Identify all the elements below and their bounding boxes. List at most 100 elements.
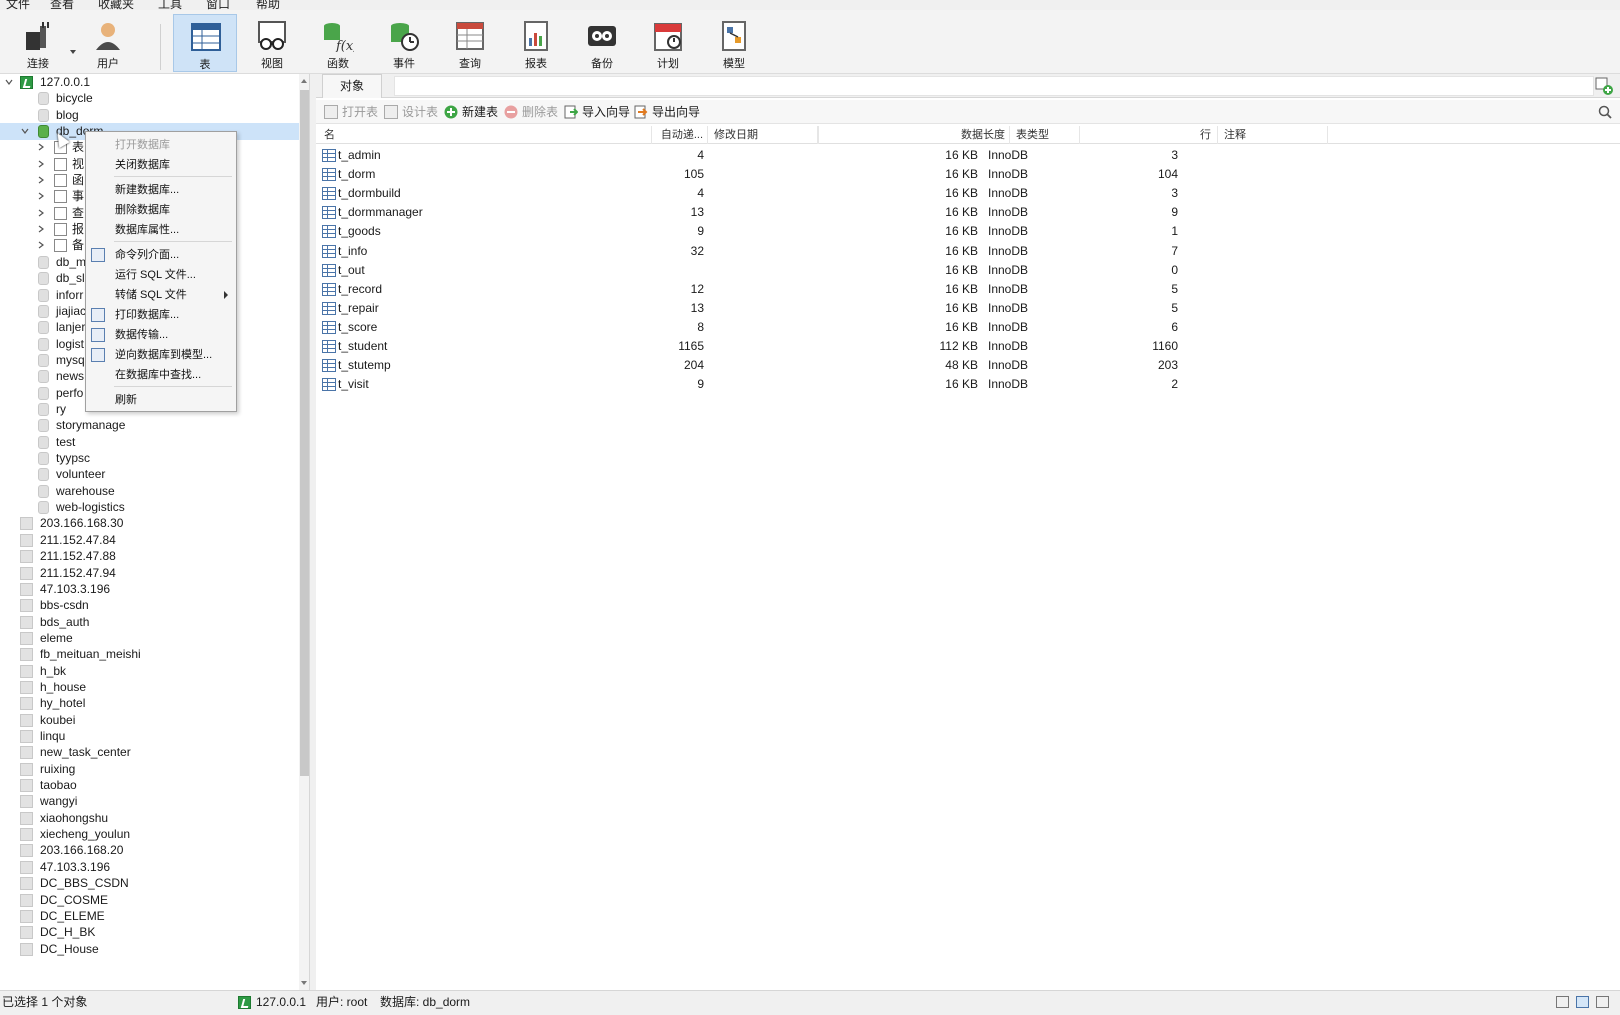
scroll-up-icon[interactable] xyxy=(301,79,307,83)
import-wizard-button[interactable]: 导入向导 xyxy=(562,103,630,121)
tree-database[interactable]: blog xyxy=(0,107,308,124)
query-button[interactable]: 查询 xyxy=(438,14,502,72)
table-row[interactable]: t_visit 9 16 KB InnoDB 2 xyxy=(316,375,1620,394)
context-menu-item[interactable]: 逆向数据库到模型... xyxy=(86,345,236,365)
tree-connection[interactable]: 203.166.168.20 xyxy=(0,842,308,859)
connect-button[interactable]: 连接 xyxy=(6,14,70,72)
table-row[interactable]: t_student 1165 112 KB InnoDB 1160 xyxy=(316,337,1620,356)
report-button[interactable]: 报表 xyxy=(504,14,568,72)
tree-connection[interactable]: 47.103.3.196 xyxy=(0,581,308,598)
tree-connection[interactable]: xiecheng_youlun xyxy=(0,826,308,843)
schedule-button[interactable]: 计划 xyxy=(636,14,700,72)
menu-tools[interactable]: 工具 xyxy=(158,0,182,10)
table-row[interactable]: t_dorm 105 16 KB InnoDB 104 xyxy=(316,165,1620,184)
tree-connection[interactable]: h_house xyxy=(0,679,308,696)
detail-view-icon[interactable] xyxy=(1596,996,1609,1008)
tree-connection[interactable]: koubei xyxy=(0,712,308,729)
tree-connection[interactable]: 47.103.3.196 xyxy=(0,859,308,876)
col-auto-inc[interactable]: 自动递... xyxy=(652,126,708,144)
col-modified[interactable]: 修改日期 xyxy=(708,126,818,144)
table-row[interactable]: t_info 32 16 KB InnoDB 7 xyxy=(316,242,1620,261)
tree-connection[interactable]: 211.152.47.88 xyxy=(0,548,308,565)
tree-connection[interactable]: wangyi xyxy=(0,793,308,810)
menu-help[interactable]: 帮助 xyxy=(256,0,280,10)
expand-arrow-icon[interactable] xyxy=(37,241,45,249)
context-menu-item[interactable]: 新建数据库... xyxy=(86,180,236,200)
table-row[interactable]: t_admin 4 16 KB InnoDB 3 xyxy=(316,146,1620,165)
expand-arrow-icon[interactable] xyxy=(37,209,45,217)
expand-arrow-icon[interactable] xyxy=(37,225,45,233)
open-table-button[interactable]: 打开表 xyxy=(322,103,378,121)
tree-connection[interactable]: eleme xyxy=(0,630,308,647)
tree-connection[interactable]: taobao xyxy=(0,777,308,794)
export-wizard-button[interactable]: 导出向导 xyxy=(632,103,700,121)
tree-connection[interactable]: xiaohongshu xyxy=(0,810,308,827)
tree-connection[interactable]: ruixing xyxy=(0,761,308,778)
table-row[interactable]: t_out 16 KB InnoDB 0 xyxy=(316,261,1620,280)
table-button[interactable]: 表 xyxy=(173,14,237,72)
col-data-length[interactable]: 数据长度 xyxy=(818,126,1010,144)
expand-arrow-icon[interactable] xyxy=(37,143,45,151)
tree-connection[interactable]: hy_hotel xyxy=(0,695,308,712)
context-menu-item[interactable]: 数据传输... xyxy=(86,325,236,345)
view-button[interactable]: 视图 xyxy=(240,14,304,72)
list-view-icon[interactable] xyxy=(1576,996,1589,1008)
tab-objects[interactable]: 对象 xyxy=(322,74,382,98)
tree-connection[interactable]: DC_COSME xyxy=(0,892,308,909)
tree-scrollbar[interactable] xyxy=(299,74,309,990)
expand-arrow-open-icon[interactable] xyxy=(21,127,29,135)
context-menu-item[interactable]: 数据库属性... xyxy=(86,220,236,240)
function-button[interactable]: f(x) 函数 xyxy=(306,14,370,72)
col-rows[interactable]: 行 xyxy=(1080,126,1218,144)
tree-database[interactable]: bicycle xyxy=(0,90,308,107)
tree-connection[interactable]: 211.152.47.94 xyxy=(0,565,308,582)
table-row[interactable]: t_dormmanager 13 16 KB InnoDB 9 xyxy=(316,203,1620,222)
model-button[interactable]: 模型 xyxy=(702,14,766,72)
tree-database[interactable]: storymanage xyxy=(0,417,308,434)
tree-connection[interactable]: h_bk xyxy=(0,663,308,680)
menu-file[interactable]: 文件 xyxy=(6,0,30,10)
context-menu-item[interactable]: 转储 SQL 文件 xyxy=(86,285,236,305)
table-row[interactable]: t_record 12 16 KB InnoDB 5 xyxy=(316,280,1620,299)
tree-connection[interactable]: new_task_center xyxy=(0,744,308,761)
context-menu-item[interactable]: 打开数据库 xyxy=(86,135,236,155)
tree-connection[interactable]: DC_House xyxy=(0,941,308,958)
expand-arrow-icon[interactable] xyxy=(37,176,45,184)
menu-window[interactable]: 窗口 xyxy=(206,0,230,10)
menu-view[interactable]: 查看 xyxy=(50,0,74,10)
design-table-button[interactable]: 设计表 xyxy=(382,103,438,121)
user-button[interactable]: 用户 xyxy=(76,14,140,72)
delete-table-button[interactable]: 删除表 xyxy=(502,103,558,121)
tree-connection-root[interactable]: 127.0.0.1 xyxy=(0,74,308,91)
context-menu-item[interactable]: 运行 SQL 文件... xyxy=(86,265,236,285)
expand-arrow-open-icon[interactable] xyxy=(5,78,13,86)
context-menu-item[interactable]: 关闭数据库 xyxy=(86,155,236,175)
context-menu-item[interactable]: 刷新 xyxy=(86,390,236,410)
grid-view-icon[interactable] xyxy=(1556,996,1569,1008)
table-row[interactable]: t_repair 13 16 KB InnoDB 5 xyxy=(316,299,1620,318)
col-engine[interactable]: 表类型 xyxy=(1010,126,1080,144)
tree-connection[interactable]: bds_auth xyxy=(0,614,308,631)
tree-connection[interactable]: DC_ELEME xyxy=(0,908,308,925)
tree-database[interactable]: volunteer xyxy=(0,466,308,483)
new-table-button[interactable]: 新建表 xyxy=(442,103,498,121)
tree-database[interactable]: warehouse xyxy=(0,483,308,500)
col-name[interactable]: 名 xyxy=(316,126,652,144)
tree-connection[interactable]: linqu xyxy=(0,728,308,745)
tree-database[interactable]: test xyxy=(0,434,308,451)
context-menu-item[interactable]: 打印数据库... xyxy=(86,305,236,325)
table-row[interactable]: t_goods 9 16 KB InnoDB 1 xyxy=(316,222,1620,241)
context-menu-item[interactable]: 命令列介面... xyxy=(86,245,236,265)
tree-connection[interactable]: DC_BBS_CSDN xyxy=(0,875,308,892)
tree-connection[interactable]: fb_meituan_meishi xyxy=(0,646,308,663)
backup-button[interactable]: 备份 xyxy=(570,14,634,72)
expand-arrow-icon[interactable] xyxy=(37,160,45,168)
tree-database[interactable]: web-logistics xyxy=(0,499,308,516)
context-menu-item[interactable]: 在数据库中查找... xyxy=(86,365,236,385)
event-button[interactable]: 事件 xyxy=(372,14,436,72)
tree-connection[interactable]: DC_H_BK xyxy=(0,924,308,941)
scroll-thumb[interactable] xyxy=(300,90,309,776)
table-row[interactable]: t_dormbuild 4 16 KB InnoDB 3 xyxy=(316,184,1620,203)
new-tab-icon[interactable] xyxy=(1594,76,1614,96)
tree-database[interactable]: tyypsc xyxy=(0,450,308,467)
